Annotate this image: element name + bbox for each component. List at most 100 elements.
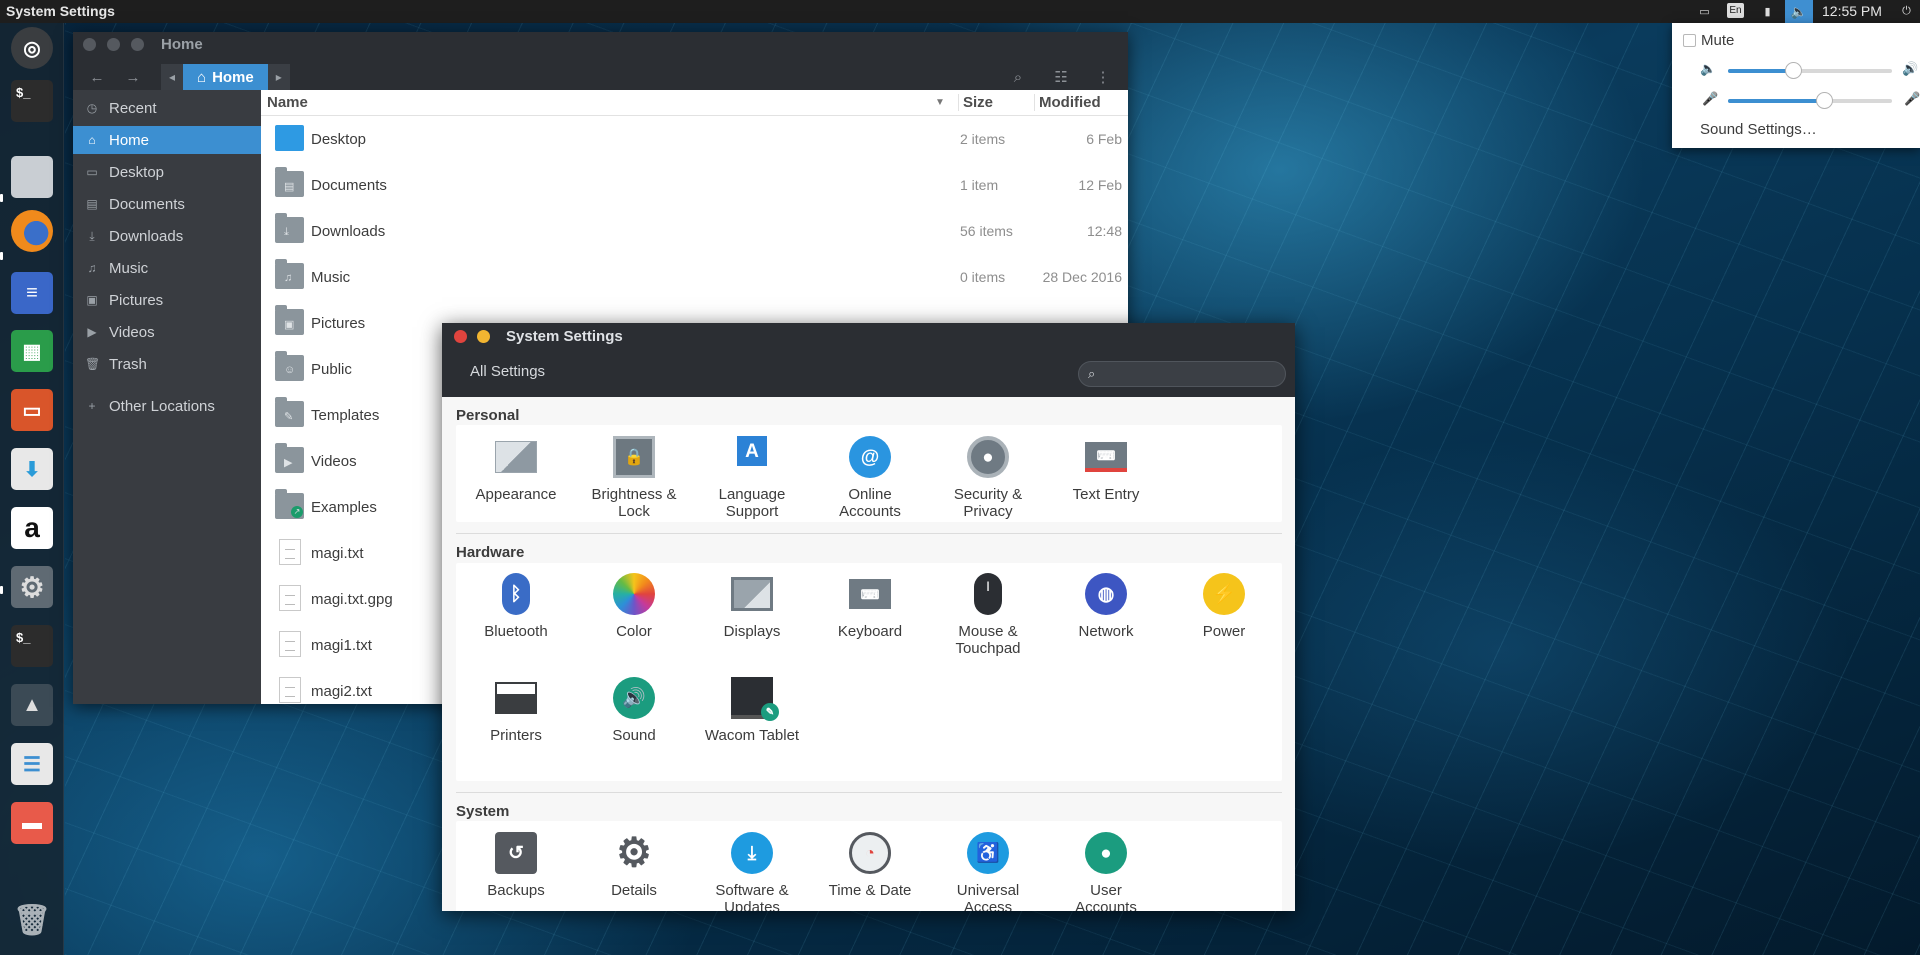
sidebar-item-trash[interactable]: 🗑 Trash xyxy=(73,350,261,378)
input-volume-knob[interactable] xyxy=(1816,92,1834,109)
setting-language[interactable]: A Language Support xyxy=(693,436,811,520)
file-row[interactable]: ▤ Documents 1 item 12 Feb xyxy=(261,162,1128,208)
power-icon: ⚡ xyxy=(1203,573,1245,615)
file-row[interactable]: ♫ Music 0 items 28 Dec 2016 xyxy=(261,254,1128,300)
close-button[interactable] xyxy=(454,330,467,343)
setting-label: User xyxy=(1090,882,1122,899)
file-row[interactable]: ⤓ Downloads 56 items 12:48 xyxy=(261,208,1128,254)
sound-settings-link[interactable]: Sound Settings… xyxy=(1700,121,1817,138)
inkscape-icon[interactable]: ▲ xyxy=(11,684,53,726)
setting-printers[interactable]: Printers xyxy=(457,677,575,744)
setting-security-privacy[interactable]: ● Security & Privacy xyxy=(929,436,1047,520)
view-options-icon[interactable]: ☷ xyxy=(1049,65,1073,89)
sidebar-item-music[interactable]: ♫ Music xyxy=(73,254,261,282)
mute-checkbox[interactable] xyxy=(1683,34,1696,47)
setting-label: Bluetooth xyxy=(484,623,548,640)
all-settings-button[interactable]: All Settings xyxy=(470,363,545,380)
path-home-button[interactable]: ⌂ Home xyxy=(183,64,268,90)
file-modified: 12 Feb xyxy=(1078,177,1122,193)
setting-software-updates[interactable]: ⤓ Software & Updates xyxy=(693,832,811,911)
sidebar-item-other-locations[interactable]: + Other Locations xyxy=(73,392,261,420)
setting-label: Security & xyxy=(953,486,1023,503)
path-left-arrow[interactable]: ◂ xyxy=(161,64,183,90)
sidebar-item-desktop[interactable]: ▭ Desktop xyxy=(73,158,261,186)
input-volume-slider[interactable] xyxy=(1728,92,1892,109)
volume-high-icon: 🔊 xyxy=(1902,61,1919,76)
minimize-button[interactable] xyxy=(107,38,120,51)
software-center-icon[interactable]: ⬇ xyxy=(11,448,53,490)
minimize-button[interactable] xyxy=(477,330,490,343)
column-size[interactable]: Size xyxy=(958,94,993,111)
close-button[interactable] xyxy=(83,38,96,51)
setting-text-entry[interactable]: ⌨ Text Entry xyxy=(1047,436,1165,503)
documents-folder-icon: ▤ xyxy=(275,167,304,197)
monitor-icon[interactable]: ▭ xyxy=(1696,3,1713,19)
sidebar-item-downloads[interactable]: ⤓ Downloads xyxy=(73,222,261,250)
column-name[interactable]: Name xyxy=(267,94,308,111)
settings-search-input[interactable]: ⌕ xyxy=(1078,361,1286,387)
running-indicator xyxy=(0,586,3,594)
setting-color[interactable]: Color xyxy=(575,573,693,640)
setting-power[interactable]: ⚡ Power xyxy=(1165,573,1283,640)
setting-backups[interactable]: ↺ Backups xyxy=(457,832,575,899)
microphone-low-icon: 🎤 xyxy=(1702,91,1719,106)
sidebar-item-recent[interactable]: ◷ Recent xyxy=(73,94,261,122)
section-divider xyxy=(456,533,1282,534)
sidebar-item-pictures[interactable]: ▣ Pictures xyxy=(73,286,261,314)
amazon-icon[interactable]: a xyxy=(11,507,53,549)
ubuntu-dash-icon[interactable]: ◎ xyxy=(11,27,53,69)
back-button[interactable]: ← xyxy=(85,65,109,89)
setting-mouse-touchpad[interactable]: | Mouse & Touchpad xyxy=(929,573,1047,657)
forward-button[interactable]: → xyxy=(121,65,145,89)
pictures-icon: ▣ xyxy=(86,293,98,307)
setting-label-line2: Updates xyxy=(724,899,780,911)
sidebar-item-home[interactable]: ⌂ Home xyxy=(73,126,261,154)
path-right-arrow[interactable]: ▸ xyxy=(267,64,290,90)
trash-icon[interactable]: 🗑 xyxy=(11,899,53,941)
setting-sound[interactable]: 🔊 Sound xyxy=(575,677,693,744)
image-viewer-icon[interactable]: ▬ xyxy=(11,802,53,844)
setting-label: Details xyxy=(611,882,657,899)
writer-icon[interactable]: ≡ xyxy=(11,272,53,314)
terminal-icon[interactable]: $_ xyxy=(11,625,53,667)
setting-time-date[interactable]: ◔ Time & Date xyxy=(811,832,929,899)
sidebar-item-videos[interactable]: ▶ Videos xyxy=(73,318,261,346)
terminal-icon[interactable]: $_ xyxy=(11,80,53,122)
setting-displays[interactable]: Displays xyxy=(693,573,811,640)
setting-bluetooth[interactable]: ᛒ Bluetooth xyxy=(457,573,575,640)
impress-icon[interactable]: ▭ xyxy=(11,389,53,431)
setting-keyboard[interactable]: ⌨ Keyboard xyxy=(811,573,929,640)
sort-arrow-icon[interactable]: ▼ xyxy=(935,97,945,108)
setting-label-line2: Privacy xyxy=(963,503,1013,520)
files-icon[interactable] xyxy=(11,156,53,198)
file-name: Public xyxy=(311,361,352,378)
top-panel: System Settings ▭ En ▮ 🔈 12:55 PM ⏻ xyxy=(0,0,1920,23)
search-icon[interactable]: ⌕ xyxy=(1006,65,1030,89)
setting-network[interactable]: ◍ Network xyxy=(1047,573,1165,640)
output-volume-knob[interactable] xyxy=(1785,62,1803,79)
calc-icon[interactable]: ▦ xyxy=(11,330,53,372)
setting-appearance[interactable]: Appearance xyxy=(457,436,575,503)
menu-icon[interactable]: ⋮ xyxy=(1091,65,1115,89)
column-modified[interactable]: Modified xyxy=(1034,94,1101,111)
battery-icon[interactable]: ▮ xyxy=(1759,3,1776,19)
setting-details[interactable]: ⚙ Details xyxy=(575,832,693,900)
setting-online-accounts[interactable]: @ Online Accounts xyxy=(811,436,929,520)
keyboard-lang-icon[interactable]: En xyxy=(1727,3,1744,18)
system-settings-icon[interactable]: ⚙ xyxy=(11,566,53,608)
maximize-button[interactable] xyxy=(131,38,144,51)
output-volume-slider[interactable] xyxy=(1728,62,1892,79)
setting-universal-access[interactable]: ♿ Universal Access xyxy=(929,832,1047,911)
firefox-icon[interactable] xyxy=(11,210,53,252)
sidebar-item-documents[interactable]: ▤ Documents xyxy=(73,190,261,218)
mute-label[interactable]: Mute xyxy=(1701,32,1734,49)
volume-icon[interactable]: 🔈 xyxy=(1785,0,1813,23)
power-icon[interactable]: ⏻ xyxy=(1898,3,1915,19)
file-row[interactable]: Desktop 2 items 6 Feb xyxy=(261,116,1128,162)
home-icon: ⌂ xyxy=(197,68,207,86)
setting-wacom-tablet[interactable]: ✎ Wacom Tablet xyxy=(693,677,811,744)
setting-brightness-lock[interactable]: 🔒 Brightness & Lock xyxy=(575,436,693,520)
tweak-tool-icon[interactable]: ☰ xyxy=(11,743,53,785)
setting-user-accounts[interactable]: ● User Accounts xyxy=(1047,832,1165,911)
clock[interactable]: 12:55 PM xyxy=(1822,3,1882,19)
